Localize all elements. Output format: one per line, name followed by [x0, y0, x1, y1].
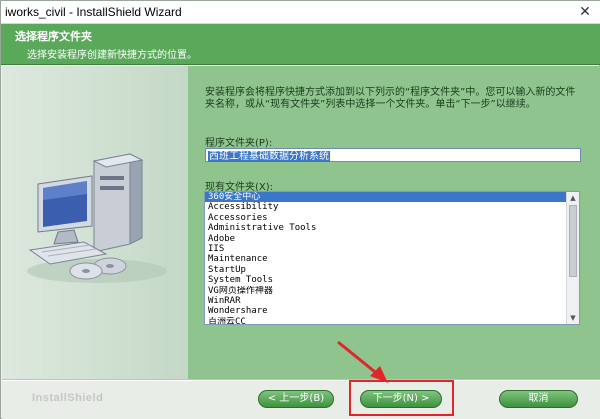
- title-bar: iworks_civil - InstallShield Wizard ✕: [1, 1, 600, 24]
- program-folder-input[interactable]: 西班工程基础数据分析系统: [205, 148, 581, 162]
- list-item[interactable]: Adobe: [205, 234, 567, 244]
- scroll-up-icon[interactable]: ▲: [567, 192, 579, 204]
- page-title: 选择程序文件夹: [15, 30, 92, 43]
- list-item[interactable]: Wondershare: [205, 306, 567, 316]
- list-item[interactable]: IIS: [205, 244, 567, 254]
- content-panel: 安装程序会将程序快捷方式添加到以下列示的“程序文件夹”中。您可以输入新的文件夹名…: [188, 66, 600, 379]
- footer-divider: [2, 380, 600, 381]
- window-title: iworks_civil - InstallShield Wizard: [5, 5, 182, 19]
- list-item[interactable]: 360安全中心: [205, 192, 567, 203]
- page-subtitle: 选择安装程序创建新快捷方式的位置。: [27, 50, 197, 61]
- list-item[interactable]: VG网页操作神器: [205, 286, 567, 296]
- program-folder-label: 程序文件夹(P):: [205, 138, 273, 149]
- scroll-down-icon[interactable]: ▼: [567, 312, 579, 324]
- scroll-thumb[interactable]: [569, 205, 577, 277]
- wizard-footer: InstallShield < 上一步(B) 下一步(N) > 取消: [2, 379, 600, 419]
- existing-folders-list[interactable]: 360安全中心 Accessibility Accessories Admini…: [204, 191, 580, 325]
- next-button-highlight: [349, 380, 454, 416]
- list-item[interactable]: Administrative Tools: [205, 223, 567, 233]
- list-scrollbar[interactable]: ▲ ▼: [566, 192, 579, 324]
- intro-text: 安装程序会将程序快捷方式添加到以下列示的“程序文件夹”中。您可以输入新的文件夹名…: [205, 87, 576, 110]
- program-folder-value: 西班工程基础数据分析系统: [208, 151, 330, 162]
- computer-illustration: [27, 153, 167, 283]
- list-item[interactable]: Accessories: [205, 213, 567, 223]
- list-item[interactable]: WinRAR: [205, 296, 567, 306]
- list-item[interactable]: StartUp: [205, 265, 567, 275]
- cancel-button[interactable]: 取消: [499, 390, 578, 408]
- side-panel: [2, 66, 188, 379]
- installshield-window: iworks_civil - InstallShield Wizard ✕ 选择…: [0, 0, 600, 419]
- installshield-brand: InstallShield: [32, 392, 104, 404]
- wizard-header: 选择程序文件夹 选择安装程序创建新快捷方式的位置。: [1, 24, 600, 65]
- list-item[interactable]: 百洲云CC: [205, 317, 567, 324]
- back-button[interactable]: < 上一步(B): [258, 390, 334, 408]
- close-icon[interactable]: ✕: [575, 3, 595, 21]
- list-item[interactable]: Accessibility: [205, 202, 567, 212]
- list-item[interactable]: Maintenance: [205, 254, 567, 264]
- list-item[interactable]: System Tools: [205, 275, 567, 285]
